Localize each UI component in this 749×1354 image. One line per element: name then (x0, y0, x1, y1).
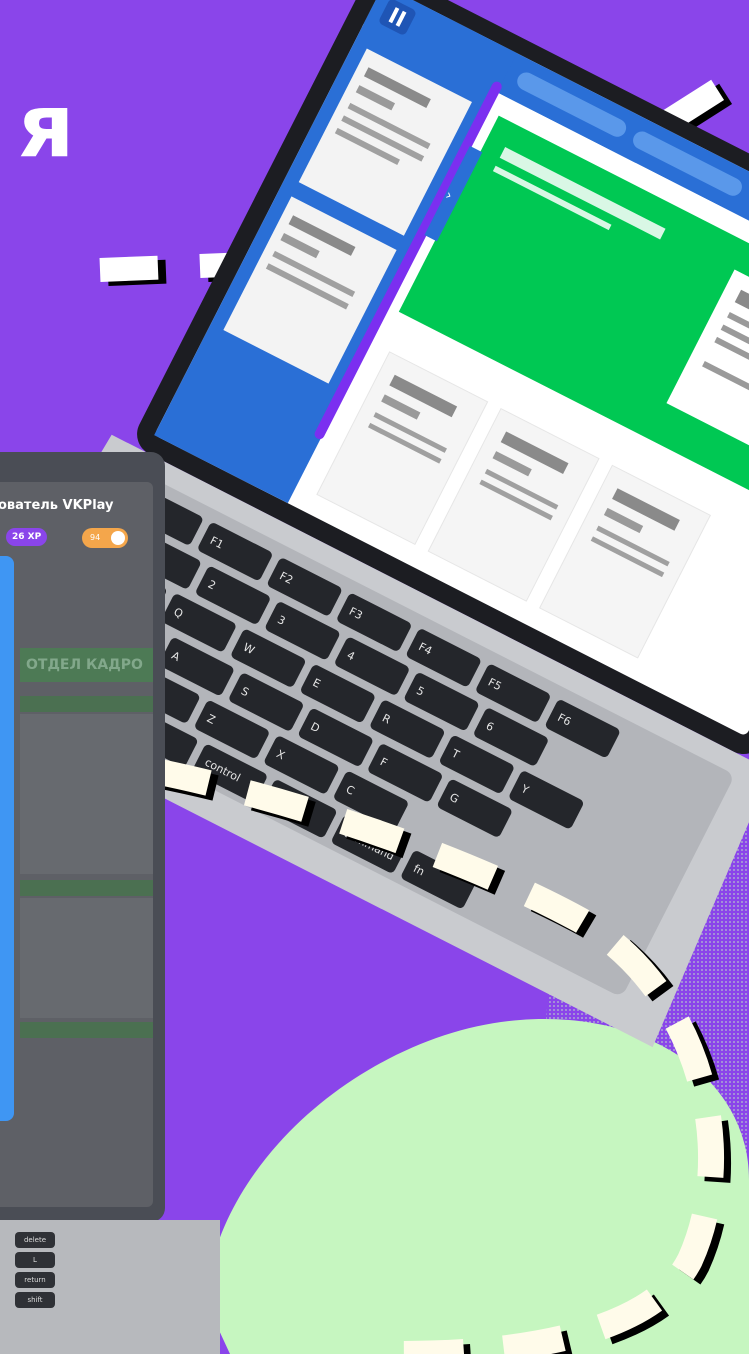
progress-toggle[interactable]: 94 (82, 528, 128, 548)
green-band (20, 1022, 153, 1038)
xp-badge: 26 XP (6, 528, 48, 546)
toggle-label: 94 (90, 533, 101, 542)
green-band (20, 696, 153, 712)
front-laptop: ователь VKPlay 26 XP 94 ОТДЕЛ КАДРО (0, 452, 170, 1222)
key-l[interactable]: L (15, 1252, 55, 1268)
user-title: ователь VKPlay (0, 498, 114, 513)
content-panel (20, 898, 153, 1018)
blue-side-panel (0, 556, 14, 1121)
key-return[interactable]: return (15, 1272, 55, 1288)
key-delete[interactable]: delete (15, 1232, 55, 1248)
green-band (20, 880, 153, 896)
key-shift[interactable]: shift (15, 1292, 55, 1308)
promo-illustration: я › F1 F2 F3 F4 F5 F6 2 3 4 5 6 Q W E R … (0, 0, 749, 1354)
dashed-line-lower (147, 757, 725, 1354)
section-heading: ОТДЕЛ КАДРО (20, 648, 153, 682)
front-laptop-screen: ователь VKPlay 26 XP 94 ОТДЕЛ КАДРО (0, 482, 153, 1207)
content-panel (20, 714, 153, 874)
toggle-knob (111, 531, 125, 545)
front-laptop-base: delete L return shift (0, 1220, 220, 1354)
front-laptop-lid: ователь VKPlay 26 XP 94 ОТДЕЛ КАДРО (0, 452, 165, 1222)
